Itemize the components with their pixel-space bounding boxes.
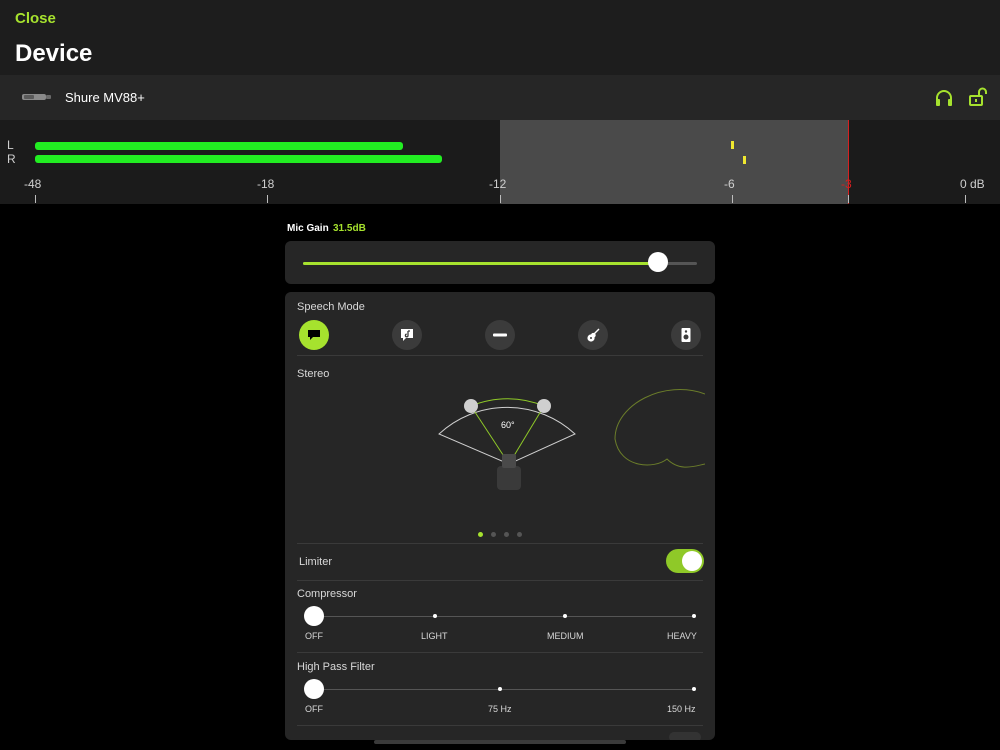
divider [297, 652, 703, 653]
scale-label: -6 [724, 177, 735, 191]
scale-tick [500, 195, 501, 203]
compressor-option-label: HEAVY [667, 631, 697, 641]
home-indicator[interactable] [374, 740, 626, 744]
mic-gain-value: 31.5dB [333, 223, 366, 234]
headphones-icon[interactable] [934, 88, 954, 108]
mode-speech-button[interactable] [299, 320, 329, 350]
compressor-option-label: LIGHT [421, 631, 448, 641]
device-screen: Close Device Shure MV88+ L R -48 -18 -12… [0, 0, 1000, 750]
mode-flat-button[interactable] [485, 320, 515, 350]
speech-bubble-icon [308, 330, 320, 340]
high-pass-step-75[interactable] [498, 687, 502, 691]
stereo-section-label: Stereo [297, 368, 330, 380]
mode-section-label: Speech Mode [297, 301, 365, 313]
compressor-step-heavy[interactable] [692, 614, 696, 618]
speaker-icon [681, 328, 691, 342]
scale-label-clip: -3 [841, 177, 852, 191]
flat-line-icon [493, 333, 507, 337]
unlock-icon[interactable] [968, 87, 988, 107]
guitar-icon [587, 328, 600, 342]
scale-tick [965, 195, 966, 203]
high-pass-option-label: OFF [305, 704, 323, 714]
compressor-step-medium[interactable] [563, 614, 567, 618]
stereo-angle-label: 60° [501, 420, 515, 430]
page-title: Device [15, 40, 93, 67]
channel-label-right: R [7, 152, 16, 166]
scale-label: 0 dB [960, 177, 985, 191]
scale-tick [35, 195, 36, 203]
limiter-toggle-knob [682, 551, 702, 571]
mic-gain-slider-thumb[interactable] [647, 252, 668, 272]
mode-singing-button[interactable] [392, 320, 422, 350]
compressor-option-label: OFF [305, 631, 323, 641]
page-dot[interactable] [517, 532, 522, 537]
meter-clip-line [848, 120, 849, 204]
high-pass-step-150[interactable] [692, 687, 696, 691]
settings-panel: Speech Mode Stereo 60° Limiter Compresso… [285, 292, 715, 740]
limiter-label: Limiter [299, 556, 333, 568]
mode-acoustic-button[interactable] [578, 320, 608, 350]
scale-tick [848, 195, 849, 203]
page-dot[interactable] [504, 532, 509, 537]
next-setting-toggle-partial[interactable] [669, 732, 701, 740]
mic-gain-track[interactable] [303, 262, 697, 265]
meter-headroom-zone [500, 120, 849, 204]
high-pass-slider-thumb[interactable] [304, 679, 324, 699]
page-dot[interactable] [478, 532, 483, 537]
divider [297, 355, 703, 356]
peak-marker-left [731, 141, 734, 149]
mic-gain-fill [303, 262, 658, 265]
divider [297, 725, 703, 726]
stereo-width-diagram[interactable] [405, 384, 705, 504]
high-pass-option-label: 150 Hz [667, 704, 696, 714]
top-bar: Close Device [0, 0, 1000, 75]
device-name: Shure MV88+ [65, 90, 145, 105]
compressor-slider-thumb[interactable] [304, 606, 324, 626]
compressor-label: Compressor [297, 588, 357, 600]
scale-label: -48 [24, 177, 42, 191]
mic-gain-label: Mic Gain [287, 223, 329, 234]
high-pass-track[interactable] [314, 689, 694, 690]
microphone-device-icon [22, 94, 51, 100]
mic-gain-card [285, 241, 715, 284]
device-bar: Shure MV88+ [0, 75, 1000, 120]
music-note-bubble-icon [401, 329, 413, 341]
close-button[interactable]: Close [15, 10, 56, 27]
page-dot[interactable] [491, 532, 496, 537]
limiter-toggle[interactable] [666, 549, 704, 573]
scale-label: -12 [489, 177, 507, 191]
level-meter: L R -48 -18 -12 -6 -3 0 dB [0, 120, 1000, 204]
divider [297, 580, 703, 581]
scale-tick [732, 195, 733, 203]
peak-marker-right [742, 156, 746, 164]
divider [297, 543, 703, 544]
scale-tick [267, 195, 268, 203]
high-pass-label: High Pass Filter [297, 661, 375, 673]
mode-loud-button[interactable] [671, 320, 701, 350]
compressor-track[interactable] [314, 616, 694, 617]
channel-label-left: L [7, 138, 14, 152]
compressor-step-light[interactable] [433, 614, 437, 618]
level-bar-right [35, 155, 442, 163]
high-pass-option-label: 75 Hz [488, 704, 512, 714]
scale-label: -18 [257, 177, 275, 191]
level-bar-left [35, 142, 403, 150]
compressor-option-label: MEDIUM [547, 631, 584, 641]
